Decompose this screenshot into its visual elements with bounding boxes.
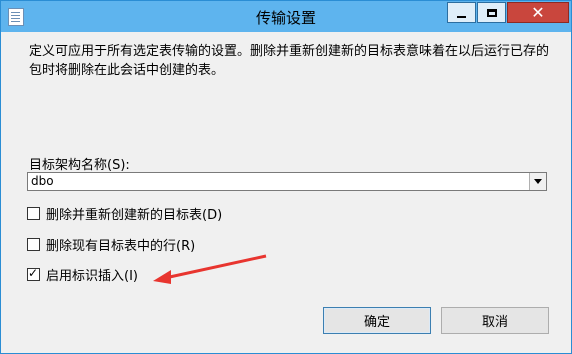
arrow-head (153, 270, 171, 284)
description-text: 定义可应用于所有选定表传输的设置。删除并重新创建新的目标表意味着在以后运行已存的… (29, 44, 550, 78)
option-delete-rows[interactable]: 删除现有目标表中的行(R) (27, 235, 195, 254)
option-identity-insert[interactable]: 启用标识插入(I) (27, 265, 138, 284)
checkbox[interactable] (27, 266, 40, 281)
option-label: 启用标识插入(I) (46, 269, 138, 284)
option-label: 删除并重新创建新的目标表(D) (46, 208, 223, 223)
close-icon: ✕ (531, 2, 545, 22)
option-drop-recreate[interactable]: 删除并重新创建新的目标表(D) (27, 204, 222, 223)
title-bar: 传输设置 ✕ (1, 1, 571, 32)
minimize-icon (457, 15, 466, 18)
dropdown-arrow-icon[interactable] (529, 173, 546, 190)
maximize-button[interactable] (477, 2, 506, 23)
schema-value: dbo (31, 174, 54, 188)
arrow-shaft (164, 254, 267, 280)
minimize-button[interactable] (447, 2, 476, 23)
option-label: 删除现有目标表中的行(R) (46, 239, 196, 254)
red-annotation-arrow (153, 254, 267, 284)
close-button[interactable]: ✕ (507, 2, 569, 23)
ok-button[interactable]: 确定 (323, 307, 431, 334)
maximize-icon (486, 8, 497, 17)
schema-label: 目标架构名称(S): (29, 158, 130, 173)
dialog-content: 定义可应用于所有选定表传输的设置。删除并重新创建新的目标表意味着在以后运行已存的… (1, 32, 571, 353)
transfer-settings-dialog: 传输设置 ✕ 定义可应用于所有选定表传输的设置。删除并重新创建新的目标表意味着在… (0, 0, 572, 354)
checkbox[interactable] (27, 238, 40, 251)
checkbox[interactable] (27, 207, 40, 220)
cancel-button[interactable]: 取消 (441, 307, 549, 334)
schema-combobox[interactable]: dbo (27, 172, 547, 191)
